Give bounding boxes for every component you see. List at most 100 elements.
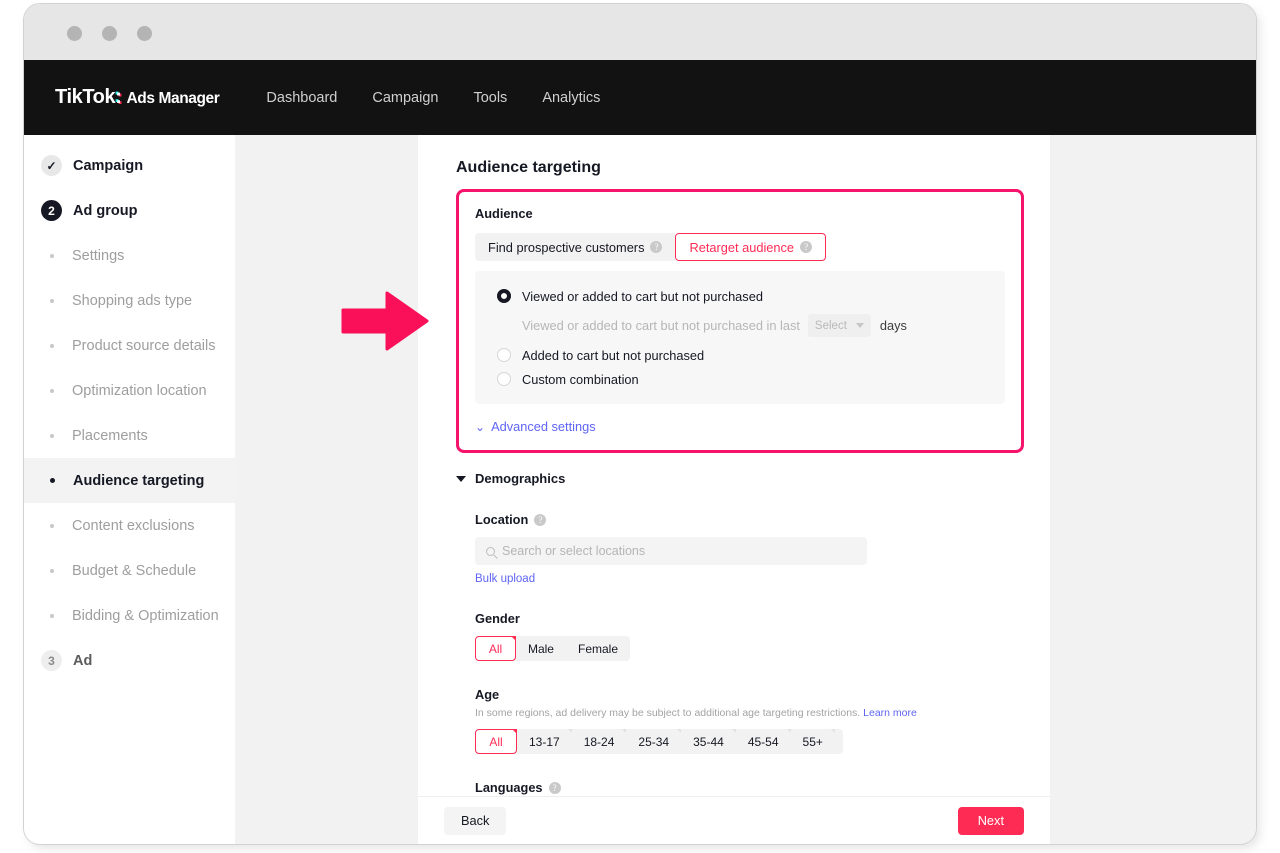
- wizard-footer: Back Next: [418, 796, 1050, 844]
- nav-tools[interactable]: Tools: [473, 90, 507, 106]
- sidebar-item-content-exclusions[interactable]: Content exclusions: [24, 503, 235, 548]
- help-icon[interactable]: ?: [650, 241, 663, 253]
- lookback-prefix-text: Viewed or added to cart but not purchase…: [522, 318, 800, 333]
- search-icon: [486, 546, 495, 556]
- sidebar-step-ad-group[interactable]: 2 Ad group: [24, 188, 235, 233]
- sidebar-item-label: Shopping ads type: [72, 292, 193, 309]
- sidebar-step-label: Campaign: [73, 157, 144, 174]
- retarget-options-panel: Viewed or added to cart but not purchase…: [475, 271, 1005, 404]
- gender-option-male[interactable]: Male: [516, 636, 566, 661]
- tiktok-ads-manager-logo[interactable]: TikTok: Ads Manager: [55, 86, 220, 109]
- radio-icon[interactable]: [497, 348, 511, 362]
- radio-label: Custom combination: [522, 371, 639, 387]
- bullet-icon: [50, 523, 54, 528]
- audience-label: Audience: [475, 206, 533, 221]
- learn-more-link[interactable]: Learn more: [863, 707, 917, 719]
- location-label: Location: [475, 512, 529, 527]
- age-option-35-44[interactable]: 35-44: [681, 729, 736, 754]
- sidebar-item-label: Content exclusions: [72, 517, 195, 534]
- bullet-icon: [50, 343, 54, 348]
- location-search-input[interactable]: Search or select locations: [475, 537, 867, 565]
- nav-analytics[interactable]: Analytics: [542, 90, 600, 106]
- age-segmented-control: All 13-17 18-24 25-34 35-44 45-54 55+: [475, 729, 843, 754]
- maximize-dot-icon[interactable]: [137, 26, 152, 41]
- bullet-icon: [50, 433, 54, 438]
- help-icon[interactable]: ?: [548, 781, 561, 794]
- sidebar-item-placements[interactable]: Placements: [24, 413, 235, 458]
- nav-campaign[interactable]: Campaign: [372, 90, 438, 106]
- sidebar-item-label: Settings: [72, 247, 125, 264]
- sidebar-item-product-source-details[interactable]: Product source details: [24, 323, 235, 368]
- radio-label: Added to cart but not purchased: [522, 347, 705, 363]
- advanced-settings-label: Advanced settings: [491, 419, 596, 434]
- close-dot-icon[interactable]: [67, 26, 82, 41]
- logo-wordmark: TikTok: [55, 86, 116, 108]
- gender-segmented-control: All Male Female: [475, 636, 630, 661]
- sidebar-item-shopping-ads-type[interactable]: Shopping ads type: [24, 278, 235, 323]
- age-option-18-24[interactable]: 18-24: [572, 729, 627, 754]
- main-content-card: Audience targeting Audience Find prospec…: [418, 135, 1050, 844]
- next-button[interactable]: Next: [957, 806, 1024, 835]
- sidebar-item-optimization-location[interactable]: Optimization location: [24, 368, 235, 413]
- radio-label: Viewed or added to cart but not purchase…: [522, 288, 763, 304]
- sidebar-item-budget-schedule[interactable]: Budget & Schedule: [24, 548, 235, 593]
- bulk-upload-link[interactable]: Bulk upload: [475, 573, 1024, 585]
- location-label-row: Location ?: [475, 512, 1024, 527]
- sidebar-item-audience-targeting[interactable]: Audience targeting: [24, 458, 235, 503]
- age-restriction-note: In some regions, ad delivery may be subj…: [475, 707, 1024, 719]
- sidebar-item-label: Bidding & Optimization: [72, 607, 219, 624]
- age-label: Age: [475, 687, 500, 702]
- help-icon[interactable]: ?: [534, 513, 547, 526]
- sidebar-item-label: Placements: [72, 427, 148, 444]
- nav-dashboard[interactable]: Dashboard: [266, 90, 337, 106]
- sidebar-step-ad[interactable]: 3 Ad: [24, 638, 235, 683]
- browser-window: TikTok: Ads Manager Dashboard Campaign To…: [24, 4, 1256, 844]
- window-titlebar: [24, 4, 1256, 60]
- radio-option-viewed-or-added-to-cart[interactable]: Viewed or added to cart but not purchase…: [497, 284, 991, 308]
- minimize-dot-icon[interactable]: [102, 26, 117, 41]
- sidebar-item-bidding-optimization[interactable]: Bidding & Optimization: [24, 593, 235, 638]
- radio-option-added-to-cart[interactable]: Added to cart but not purchased: [497, 343, 991, 367]
- radio-icon[interactable]: [497, 372, 511, 386]
- select-value: Select: [814, 319, 847, 332]
- sidebar-nav: ✓ Campaign 2 Ad group Settings Shopping …: [24, 135, 235, 844]
- sidebar-step-label: Ad group: [73, 202, 138, 219]
- check-icon: ✓: [41, 155, 62, 176]
- location-placeholder: Search or select locations: [502, 544, 646, 558]
- bullet-icon: [50, 298, 54, 303]
- tab-retarget-audience[interactable]: Retarget audience ?: [675, 233, 827, 261]
- bullet-icon: [50, 253, 54, 258]
- age-option-55-plus[interactable]: 55+: [791, 729, 836, 754]
- sidebar-item-settings[interactable]: Settings: [24, 233, 235, 278]
- back-button[interactable]: Back: [444, 806, 507, 835]
- help-icon[interactable]: ?: [800, 241, 813, 253]
- radio-icon-selected[interactable]: [497, 289, 511, 303]
- demographics-section-header[interactable]: Demographics: [456, 471, 1024, 486]
- age-option-25-34[interactable]: 25-34: [626, 729, 681, 754]
- age-label-row: Age: [475, 687, 1024, 702]
- languages-label-row: Languages ?: [475, 780, 1024, 795]
- gender-option-all[interactable]: All: [475, 636, 516, 661]
- audience-section-highlight: Audience Find prospective customers ? Re…: [456, 189, 1024, 453]
- gender-option-female[interactable]: Female: [566, 636, 630, 661]
- bullet-icon: [50, 388, 54, 393]
- sidebar-step-campaign[interactable]: ✓ Campaign: [24, 143, 235, 188]
- radio-option-custom-combination[interactable]: Custom combination: [497, 367, 991, 391]
- age-note-text: In some regions, ad delivery may be subj…: [475, 707, 861, 719]
- languages-label: Languages: [475, 780, 543, 795]
- gender-label-row: Gender: [475, 611, 1024, 626]
- bullet-icon: [50, 613, 54, 618]
- demographics-body: Location ? Search or select locations Bu…: [456, 512, 1024, 795]
- advanced-settings-toggle[interactable]: ⌄ Advanced settings: [475, 419, 1005, 434]
- age-option-13-17[interactable]: 13-17: [517, 729, 572, 754]
- tab-find-prospective-customers[interactable]: Find prospective customers ?: [475, 233, 676, 261]
- lookback-suffix-text: days: [879, 318, 907, 333]
- bullet-icon: [50, 478, 55, 483]
- top-nav: Dashboard Campaign Tools Analytics: [266, 90, 600, 106]
- age-option-all[interactable]: All: [475, 729, 517, 754]
- logo-colon-icon: :: [115, 86, 122, 108]
- logo-subtitle: Ads Manager: [126, 90, 220, 107]
- age-option-45-54[interactable]: 45-54: [736, 729, 791, 754]
- lookback-days-select[interactable]: Select: [807, 314, 871, 337]
- tab-label: Retarget audience: [689, 239, 795, 255]
